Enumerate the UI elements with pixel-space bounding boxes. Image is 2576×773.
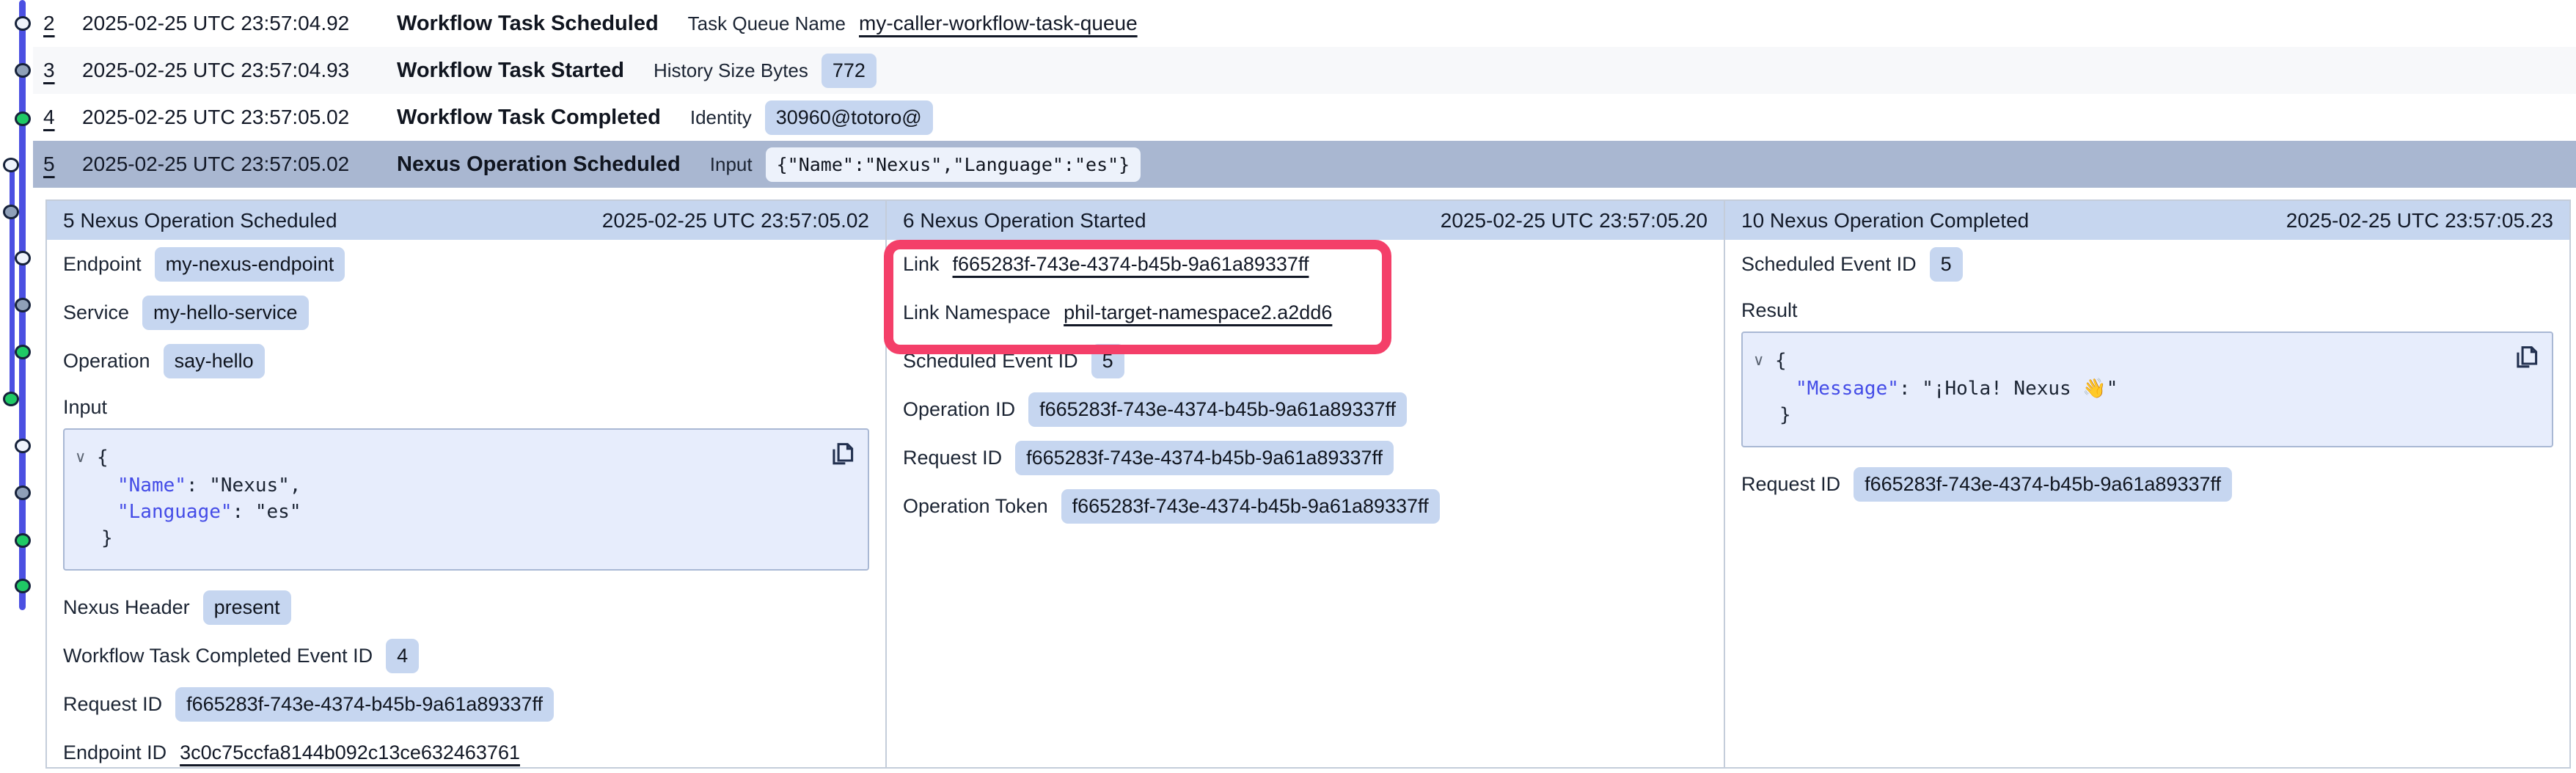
timeline-dot-scheduled	[15, 251, 31, 265]
service-badge: my-hello-service	[142, 296, 309, 330]
operation-token-badge: f665283f-743e-4374-b45b-9a61a89337ff	[1061, 489, 1440, 524]
panel-header: 5 Nexus Operation Scheduled 2025-02-25 U…	[47, 201, 885, 240]
field-endpoint-id: Endpoint ID 3c0c75ccfa8144b092c13ce63246…	[63, 738, 869, 767]
input-section-label: Input	[63, 395, 869, 420]
input-preview-badge: {"Name":"Nexus","Language":"es"}	[766, 147, 1141, 182]
panel-timestamp: 2025-02-25 UTC 23:57:05.02	[602, 209, 869, 232]
panel-timestamp: 2025-02-25 UTC 23:57:05.20	[1441, 209, 1708, 232]
field-endpoint: Endpoint my-nexus-endpoint	[63, 249, 869, 279]
event-id-link[interactable]: 4	[43, 106, 82, 129]
timeline-dot-started	[15, 486, 31, 500]
event-id-link[interactable]: 3	[43, 59, 82, 82]
request-id-badge: f665283f-743e-4374-b45b-9a61a89337ff	[1854, 467, 2232, 502]
field-workflow-task-completed-event-id: Workflow Task Completed Event ID 4	[63, 641, 869, 670]
field-scheduled-event-id: Scheduled Event ID 5	[903, 346, 1708, 375]
field-operation-token: Operation Token f665283f-743e-4374-b45b-…	[903, 491, 1708, 521]
panel-title: 6 Nexus Operation Started	[903, 209, 1146, 232]
request-id-badge: f665283f-743e-4374-b45b-9a61a89337ff	[175, 687, 554, 722]
endpoint-id-link[interactable]: 3c0c75ccfa8144b092c13ce632463761	[180, 741, 520, 764]
input-json-viewer: ∨{ "Name": "Nexus", "Language": "es" }	[63, 428, 869, 571]
timeline-dot-scheduled	[15, 439, 31, 453]
timeline-dot-started	[15, 298, 31, 312]
event-name: Workflow Task Scheduled	[397, 12, 659, 36]
copy-icon[interactable]	[829, 440, 856, 469]
collapse-chevron-icon[interactable]: ∨	[1753, 348, 1775, 374]
task-queue-link[interactable]: my-caller-workflow-task-queue	[859, 12, 1138, 35]
timeline-dot-completed	[15, 111, 31, 126]
endpoint-badge: my-nexus-endpoint	[155, 247, 345, 282]
panel-header: 6 Nexus Operation Started 2025-02-25 UTC…	[887, 201, 1724, 240]
operation-id-badge: f665283f-743e-4374-b45b-9a61a89337ff	[1028, 392, 1407, 427]
panel-header: 10 Nexus Operation Completed 2025-02-25 …	[1725, 201, 2569, 240]
nexus-header-badge: present	[203, 590, 291, 625]
event-id-link[interactable]: 5	[43, 153, 82, 176]
panel-nexus-operation-started: 6 Nexus Operation Started 2025-02-25 UTC…	[887, 201, 1725, 767]
timeline-dot-completed	[15, 345, 31, 359]
operation-badge: say-hello	[164, 344, 265, 378]
panel-nexus-operation-completed: 10 Nexus Operation Completed 2025-02-25 …	[1725, 201, 2569, 767]
field-operation: Operation say-hello	[63, 346, 869, 375]
timeline-dot-scheduled	[3, 158, 19, 172]
event-detail-label: Task Queue Name	[688, 12, 846, 35]
field-service: Service my-hello-service	[63, 298, 869, 327]
event-id-link[interactable]: 2	[43, 12, 82, 35]
event-timestamp: 2025-02-25 UTC 23:57:04.92	[82, 12, 397, 35]
event-detail-label: Input	[710, 153, 753, 176]
field-link: Link f665283f-743e-4374-b45b-9a61a89337f…	[903, 249, 1708, 279]
field-scheduled-event-id: Scheduled Event ID 5	[1741, 249, 2553, 279]
event-group-detail: 5 Nexus Operation Scheduled 2025-02-25 U…	[45, 199, 2571, 769]
panel-timestamp: 2025-02-25 UTC 23:57:05.23	[2286, 209, 2553, 232]
event-timestamp: 2025-02-25 UTC 23:57:05.02	[82, 153, 397, 176]
wtce-id-badge: 4	[386, 639, 419, 673]
field-request-id: Request ID f665283f-743e-4374-b45b-9a61a…	[903, 443, 1708, 472]
event-row-3[interactable]: 3 2025-02-25 UTC 23:57:04.93 Workflow Ta…	[33, 47, 2576, 94]
timeline-line-branch	[10, 165, 15, 401]
field-operation-id: Operation ID f665283f-743e-4374-b45b-9a6…	[903, 395, 1708, 424]
link-namespace-link[interactable]: phil-target-namespace2.a2dd6	[1064, 301, 1332, 324]
event-history-view: 2 2025-02-25 UTC 23:57:04.92 Workflow Ta…	[0, 0, 2576, 773]
link-workflow-link[interactable]: f665283f-743e-4374-b45b-9a61a89337ff	[953, 253, 1309, 276]
field-request-id: Request ID f665283f-743e-4374-b45b-9a61a…	[63, 689, 869, 719]
timeline-dot-completed	[3, 392, 19, 406]
identity-badge: 30960@totoro@	[765, 100, 933, 135]
result-section-label: Result	[1741, 298, 2553, 323]
event-detail-label: History Size Bytes	[654, 59, 808, 82]
timeline-dot-started	[15, 63, 31, 78]
event-name: Workflow Task Completed	[397, 106, 661, 130]
copy-icon[interactable]	[2513, 343, 2540, 372]
panel-title: 5 Nexus Operation Scheduled	[63, 209, 337, 232]
timeline-dot-completed	[15, 533, 31, 548]
field-request-id: Request ID f665283f-743e-4374-b45b-9a61a…	[1741, 469, 2553, 499]
timeline-dot-completed	[15, 579, 31, 593]
event-name: Nexus Operation Scheduled	[397, 153, 681, 177]
timeline-dot-started	[3, 205, 19, 219]
panel-title: 10 Nexus Operation Completed	[1741, 209, 2029, 232]
event-detail-label: Identity	[690, 106, 752, 129]
field-link-namespace: Link Namespace phil-target-namespace2.a2…	[903, 298, 1708, 327]
panel-nexus-operation-scheduled: 5 Nexus Operation Scheduled 2025-02-25 U…	[47, 201, 887, 767]
collapse-chevron-icon[interactable]: ∨	[75, 444, 97, 471]
result-json-viewer: ∨{ "Message": "¡Hola! Nexus 👋" }	[1741, 331, 2553, 447]
scheduled-event-id-badge: 5	[1930, 247, 1963, 282]
event-name: Workflow Task Started	[397, 59, 624, 83]
event-row-5-selected[interactable]: 5 2025-02-25 UTC 23:57:05.02 Nexus Opera…	[33, 141, 2576, 188]
scheduled-event-id-badge: 5	[1091, 344, 1124, 378]
event-row-4[interactable]: 4 2025-02-25 UTC 23:57:05.02 Workflow Ta…	[33, 94, 2576, 141]
event-timestamp: 2025-02-25 UTC 23:57:05.02	[82, 106, 397, 129]
timeline-dot-scheduled	[15, 16, 31, 31]
request-id-badge: f665283f-743e-4374-b45b-9a61a89337ff	[1015, 441, 1394, 475]
event-timestamp: 2025-02-25 UTC 23:57:04.93	[82, 59, 397, 82]
field-nexus-header: Nexus Header present	[63, 593, 869, 622]
event-row-2[interactable]: 2 2025-02-25 UTC 23:57:04.92 Workflow Ta…	[33, 0, 2576, 47]
history-size-badge: 772	[822, 54, 877, 88]
